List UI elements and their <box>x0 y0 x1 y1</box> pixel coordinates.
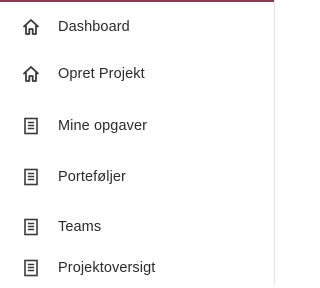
sidebar-item-mine-opgaver[interactable]: Mine opgaver <box>0 106 274 146</box>
sidebar-item-teams[interactable]: Teams <box>0 207 274 247</box>
document-icon <box>21 258 41 278</box>
home-icon <box>21 64 41 84</box>
sidebar-item-label: Projektoversigt <box>58 260 156 276</box>
home-icon <box>21 17 41 37</box>
sidebar-item-label: Teams <box>58 219 102 235</box>
sidebar-item-label: Dashboard <box>58 19 130 35</box>
sidebar-item-dashboard[interactable]: Dashboard <box>0 7 274 47</box>
document-icon <box>21 217 41 237</box>
document-icon <box>21 167 41 187</box>
sidebar-item-label: Opret Projekt <box>58 66 145 82</box>
sidebar-item-portefoljer[interactable]: Porteføljer <box>0 157 274 197</box>
document-icon <box>21 116 41 136</box>
sidebar-menu: Dashboard Opret Projekt Mine opgaver Por… <box>0 0 275 285</box>
sidebar-item-label: Porteføljer <box>58 169 126 185</box>
sidebar-item-label: Mine opgaver <box>58 118 148 134</box>
sidebar-item-projektoversigt[interactable]: Projektoversigt <box>0 248 274 288</box>
sidebar-item-opret-projekt[interactable]: Opret Projekt <box>0 54 274 94</box>
